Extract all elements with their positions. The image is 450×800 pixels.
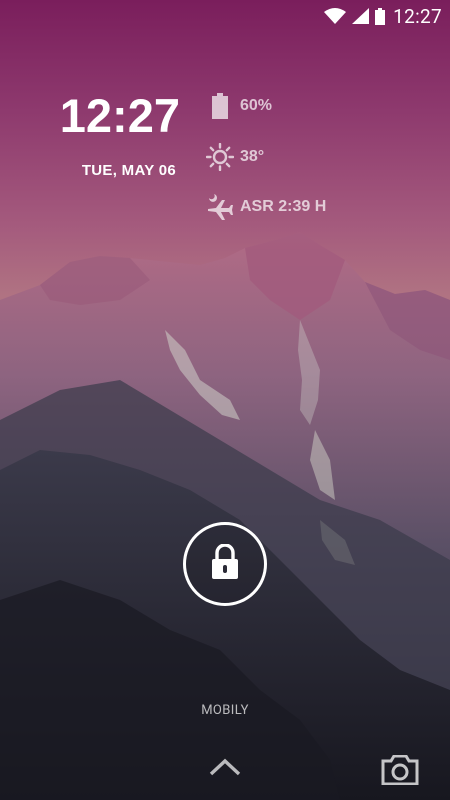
padlock-icon [211, 543, 239, 584]
weather-widget: 38° [204, 143, 264, 171]
battery-level: 60% [240, 97, 273, 114]
lock-screen: 12:27 12:27 TUE, MAY 06 60% 38° ASR 2:39… [0, 0, 450, 800]
clock-time: 12:27 [59, 89, 180, 142]
sun-icon [204, 143, 236, 171]
status-time: 12:27 [393, 4, 442, 28]
battery-widget: 60% [204, 93, 272, 119]
unlock-button[interactable] [183, 522, 267, 606]
camera-icon[interactable] [381, 754, 419, 789]
carrier-label: MOBILY [201, 703, 249, 718]
airplane-moon-icon [204, 192, 236, 222]
battery-icon [204, 93, 236, 119]
clock-date: TUE, MAY 06 [81, 162, 176, 179]
chevron-up-icon[interactable] [209, 758, 241, 780]
weather-temperature: 38° [240, 148, 265, 165]
signal-icon [352, 8, 370, 24]
prayer-time: ASR 2:39 H [240, 198, 327, 215]
status-bar: 12:27 [0, 0, 450, 32]
prayer-widget: ASR 2:39 H [204, 192, 326, 222]
wifi-icon [324, 8, 347, 24]
battery-icon [375, 7, 386, 25]
